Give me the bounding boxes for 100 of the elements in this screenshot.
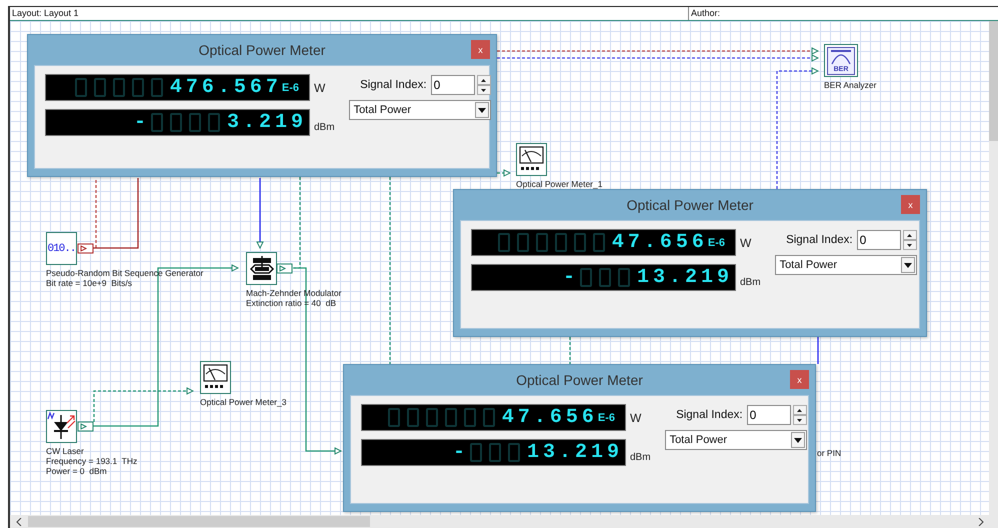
port-icon <box>276 264 292 274</box>
sign-reading: - <box>452 442 465 462</box>
connector-line <box>256 178 264 248</box>
component-name: Optical Power Meter_1 <box>516 179 602 189</box>
spin-down-button[interactable] <box>476 85 491 95</box>
unlit-digit <box>75 78 88 97</box>
mode-dropdown[interactable]: Total Power <box>348 100 491 120</box>
unlit-digit <box>94 78 106 97</box>
unlit-digit <box>407 408 420 427</box>
unlit-digit <box>426 408 438 427</box>
unlit-digit <box>445 408 458 427</box>
exponent-label: E-6 <box>598 412 615 424</box>
component-name: BER Analyzer <box>824 80 876 90</box>
port-icon <box>78 244 94 254</box>
component-parameter: Power = 0 dBm <box>46 466 108 476</box>
unlit-digit <box>593 233 606 252</box>
mode-dropdown[interactable]: Total Power <box>664 430 807 450</box>
unlit-digit <box>618 268 630 287</box>
caret-down-icon <box>797 418 802 422</box>
caret-up-icon <box>797 408 802 412</box>
connector-line <box>817 337 819 364</box>
scroll-left-icon[interactable] <box>16 518 22 526</box>
signal-index-label: Signal Index: <box>359 79 427 91</box>
dbm-reading: 13.219 <box>526 442 623 462</box>
power-reading: 476.567 <box>170 78 282 98</box>
unit-label: W <box>314 81 326 95</box>
dbm-reading: 13.219 <box>636 268 733 288</box>
spin-down-button[interactable] <box>792 415 807 425</box>
unlit-digit <box>536 233 548 252</box>
close-button[interactable]: x <box>471 40 490 59</box>
sign-reading: - <box>562 268 575 288</box>
unlit-digit <box>599 268 612 287</box>
component-block[interactable] <box>246 252 277 285</box>
modulator-icon <box>248 254 274 282</box>
unlit-digit <box>580 268 592 287</box>
caret-down-icon <box>481 88 486 92</box>
unlit-digit <box>574 233 586 252</box>
unlit-digit <box>517 233 530 252</box>
unit-label: W <box>630 411 642 425</box>
unlit-digit <box>489 443 502 462</box>
unlit-digit <box>508 443 520 462</box>
signal-index-label: Signal Index: <box>675 409 743 421</box>
signal-index-field[interactable]: 0 <box>856 230 901 250</box>
port-icon <box>78 422 94 432</box>
component-parameter: Frequency = 193.1 THz <box>46 456 138 466</box>
component-block[interactable] <box>516 143 547 176</box>
caret-up-icon <box>481 78 486 82</box>
window-title: Optical Power Meter <box>198 42 326 58</box>
spin-down-button[interactable] <box>902 240 917 250</box>
signal-index-field[interactable]: 0 <box>430 75 475 95</box>
unlit-digit <box>464 408 476 427</box>
component-name: Optical Power Meter_3 <box>200 397 286 407</box>
caret-icon <box>900 257 915 273</box>
unlit-digit <box>388 408 400 427</box>
caret-down-icon <box>907 244 912 246</box>
mode-dropdown[interactable]: Total Power <box>774 255 917 275</box>
unlit-digit <box>189 113 202 132</box>
window-title: Optical Power Meter <box>516 372 643 388</box>
signal-index-field[interactable]: 0 <box>746 405 791 425</box>
unlit-digit <box>498 233 510 252</box>
laser-diode-icon <box>47 411 76 442</box>
window-title: Optical Power Meter <box>626 197 754 213</box>
layout-name: Layout: Layout 1 <box>10 7 689 20</box>
unlit-digit <box>113 78 126 97</box>
spin-up-button[interactable] <box>902 230 917 240</box>
unit-label: dBm <box>314 122 335 133</box>
sign-reading: - <box>134 112 146 132</box>
unlit-digit <box>170 113 182 132</box>
spin-up-button[interactable] <box>476 75 491 85</box>
exponent-label: E-6 <box>282 82 299 94</box>
power-reading: 47.656 <box>612 232 708 252</box>
power-reading: 47.656 <box>502 408 598 428</box>
component-block[interactable] <box>46 410 77 443</box>
scrollbar-thumb[interactable] <box>989 21 998 141</box>
unit-label: dBm <box>630 452 651 463</box>
caret-icon <box>474 102 489 118</box>
component-block[interactable] <box>200 361 231 394</box>
component-parameter: Bit rate = 10e+9 Bits/s <box>46 278 133 288</box>
spin-up-button[interactable] <box>792 405 807 415</box>
caret-up-icon <box>907 234 912 236</box>
close-button[interactable]: x <box>790 370 809 389</box>
unlit-digit <box>483 408 496 427</box>
block-text: 010.. <box>47 242 76 254</box>
scroll-right-icon[interactable] <box>978 518 984 526</box>
unlit-digit <box>151 113 164 132</box>
caret-icon <box>790 432 805 448</box>
unlit-digit <box>470 443 482 462</box>
component-block[interactable]: 010.. <box>46 232 77 265</box>
scrollbar-thumb[interactable] <box>28 516 370 527</box>
dbm-reading: 3.219 <box>226 112 307 132</box>
author-field: Author: <box>689 7 720 20</box>
exponent-label: E-6 <box>708 236 725 248</box>
signal-index-label: Signal Index: <box>785 234 853 246</box>
unlit-digit <box>132 78 144 97</box>
close-button[interactable]: x <box>901 195 920 214</box>
unlit-digit <box>151 78 164 97</box>
component-name: CW Laser <box>46 446 85 456</box>
component-name: or PIN <box>817 448 842 458</box>
unlit-digit <box>555 233 568 252</box>
connector-line <box>497 170 510 176</box>
